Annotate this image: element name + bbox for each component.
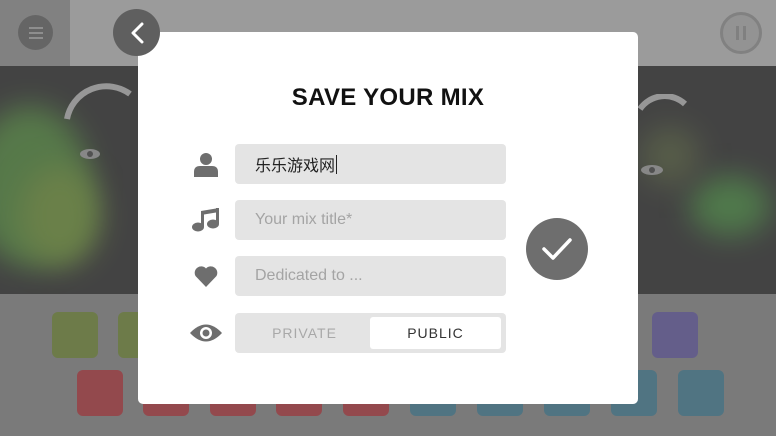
back-button[interactable]: [113, 9, 160, 56]
dedicated-to-placeholder: Dedicated to ...: [255, 267, 363, 284]
private-option[interactable]: PRIVATE: [239, 317, 370, 349]
user-icon: [190, 148, 222, 180]
eye-icon: [189, 317, 223, 349]
text-caret: [336, 154, 338, 174]
dedicated-to-input[interactable]: Dedicated to ...: [235, 256, 506, 296]
heart-icon: [190, 260, 222, 292]
visibility-toggle: PRIVATE PUBLIC: [235, 313, 506, 353]
mix-title-placeholder: Your mix title*: [255, 211, 353, 228]
mix-title-input[interactable]: Your mix title*: [235, 200, 506, 240]
public-option[interactable]: PUBLIC: [370, 317, 501, 349]
author-name-value: 乐乐游戏网: [255, 158, 336, 175]
music-note-icon: [190, 204, 222, 236]
dialog-title: SAVE YOUR MIX: [291, 84, 485, 111]
chevron-left-icon: [131, 22, 143, 43]
checkmark-icon: [542, 238, 572, 260]
author-name-input[interactable]: 乐乐游戏网: [235, 144, 506, 184]
confirm-button[interactable]: [526, 218, 588, 280]
save-mix-dialog: SAVE YOUR MIX 乐乐游戏网 Your mix title* Dedi…: [138, 32, 638, 404]
